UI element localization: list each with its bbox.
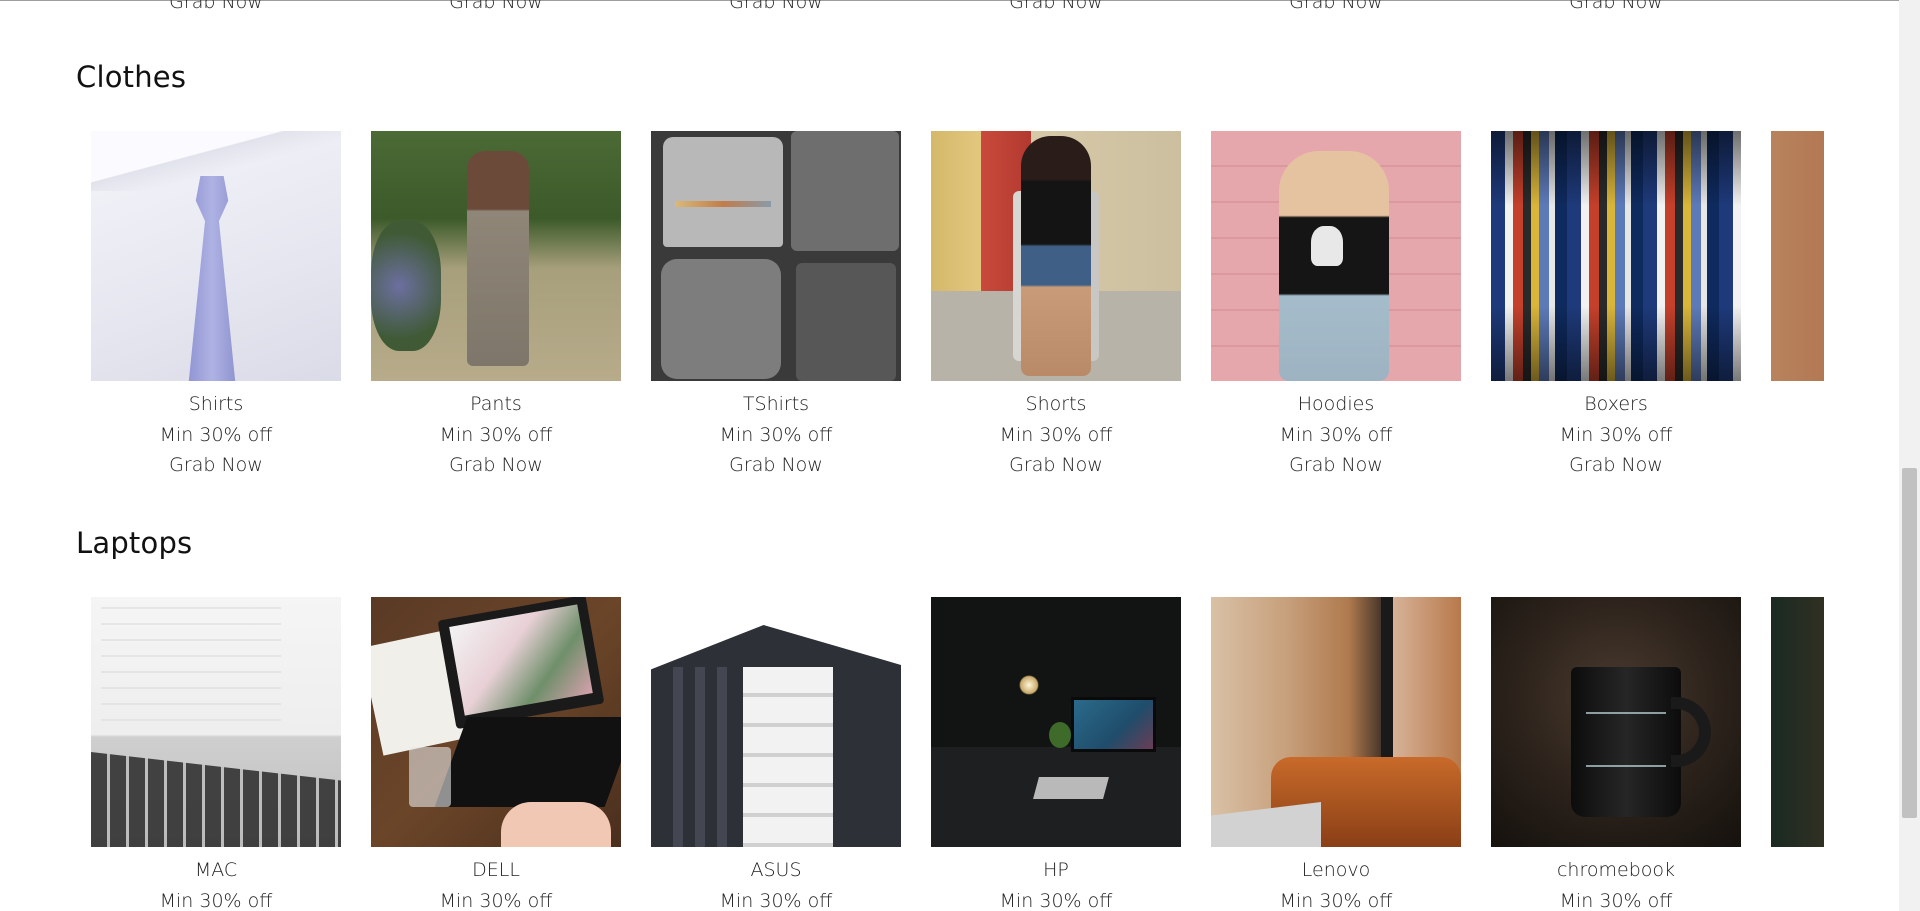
page-scrollbar[interactable] bbox=[1899, 0, 1920, 911]
product-image-tshirts[interactable] bbox=[651, 131, 901, 381]
grab-now-link[interactable]: Grab Now bbox=[931, 0, 1181, 13]
product-card-hoodies[interactable]: Hoodies Min 30% off Grab Now bbox=[1211, 131, 1461, 481]
product-image-pants[interactable] bbox=[371, 131, 621, 381]
product-name: chromebook bbox=[1556, 859, 1676, 881]
product-image-partial[interactable] bbox=[1771, 131, 1824, 381]
product-offer: Min 30% off bbox=[159, 423, 273, 446]
product-card-shorts[interactable]: Shorts Min 30% off Grab Now bbox=[931, 131, 1181, 481]
grab-now-link[interactable]: Grab Now bbox=[1211, 450, 1461, 481]
grab-now-link[interactable]: Grab Now bbox=[651, 450, 901, 481]
product-offer: Min 30% off bbox=[999, 889, 1113, 911]
grab-now-link[interactable]: Grab Now bbox=[371, 0, 621, 13]
product-name: Shorts bbox=[1025, 393, 1087, 415]
product-offer: Min 30% off bbox=[719, 423, 833, 446]
product-card-partial[interactable] bbox=[1771, 131, 1824, 381]
section-title-laptops: Laptops bbox=[76, 526, 193, 560]
product-card-tshirts[interactable]: TShirts Min 30% off Grab Now bbox=[651, 131, 901, 481]
product-image-boxers[interactable] bbox=[1491, 131, 1741, 381]
product-card-shirts[interactable]: Shirts Min 30% off Grab Now bbox=[91, 131, 341, 481]
product-image-lenovo[interactable] bbox=[1211, 597, 1461, 847]
product-name: Boxers bbox=[1584, 393, 1648, 415]
grab-now-link[interactable]: Grab Now bbox=[651, 0, 901, 13]
product-offer: Min 30% off bbox=[1559, 423, 1673, 446]
grab-now-link[interactable]: Grab Now bbox=[91, 450, 341, 481]
product-name: Hoodies bbox=[1297, 393, 1375, 415]
product-image-asus[interactable] bbox=[651, 597, 901, 847]
product-offer: Min 30% off bbox=[999, 423, 1113, 446]
product-card-pants[interactable]: Pants Min 30% off Grab Now bbox=[371, 131, 621, 481]
product-offer: Min 30% off bbox=[159, 889, 273, 911]
product-image-hoodies[interactable] bbox=[1211, 131, 1461, 381]
product-image-dell[interactable] bbox=[371, 597, 621, 847]
product-card-dell[interactable]: DELL Min 30% off bbox=[371, 597, 621, 911]
product-offer: Min 30% off bbox=[439, 889, 553, 911]
product-image-shirts[interactable] bbox=[91, 131, 341, 381]
grab-now-link[interactable]: Grab Now bbox=[931, 450, 1181, 481]
product-carousel-clothes[interactable]: Shirts Min 30% off Grab Now Pants Min 30… bbox=[91, 131, 1824, 511]
product-name: HP bbox=[1043, 859, 1069, 881]
grab-now-link[interactable]: Grab Now bbox=[1491, 0, 1741, 13]
section-title-clothes: Clothes bbox=[76, 60, 187, 94]
product-card-hp[interactable]: HP Min 30% off bbox=[931, 597, 1181, 911]
product-name: TShirts bbox=[742, 393, 810, 415]
product-name: Shirts bbox=[188, 393, 244, 415]
product-name: MAC bbox=[194, 859, 238, 881]
product-offer: Min 30% off bbox=[1279, 889, 1393, 911]
product-offer: Min 30% off bbox=[1559, 889, 1673, 911]
grab-now-link[interactable]: Grab Now bbox=[91, 0, 341, 13]
grab-now-link[interactable]: Grab Now bbox=[371, 450, 621, 481]
product-carousel-laptops[interactable]: MAC Min 30% off DELL Min 30% off ASUS Mi… bbox=[91, 597, 1824, 911]
product-image-partial[interactable] bbox=[1771, 597, 1824, 847]
grab-now-link[interactable]: Grab Now bbox=[1211, 0, 1461, 13]
scrollbar-thumb[interactable] bbox=[1902, 468, 1917, 818]
product-name: ASUS bbox=[750, 859, 802, 881]
product-name: DELL bbox=[472, 859, 520, 881]
product-card-chromebook[interactable]: chromebook Min 30% off bbox=[1491, 597, 1741, 911]
product-image-chromebook[interactable] bbox=[1491, 597, 1741, 847]
product-card-lenovo[interactable]: Lenovo Min 30% off bbox=[1211, 597, 1461, 911]
product-image-mac[interactable] bbox=[91, 597, 341, 847]
grab-now-link[interactable]: Grab Now bbox=[1491, 450, 1741, 481]
product-card-boxers[interactable]: Boxers Min 30% off Grab Now bbox=[1491, 131, 1741, 481]
product-card-mac[interactable]: MAC Min 30% off bbox=[91, 597, 341, 911]
product-card-asus[interactable]: ASUS Min 30% off bbox=[651, 597, 901, 911]
product-image-shorts[interactable] bbox=[931, 131, 1181, 381]
product-image-hp[interactable] bbox=[931, 597, 1181, 847]
product-offer: Min 30% off bbox=[1279, 423, 1393, 446]
product-name: Lenovo bbox=[1301, 859, 1371, 881]
product-name: Pants bbox=[470, 393, 522, 415]
product-card-partial[interactable] bbox=[1771, 597, 1824, 847]
product-offer: Min 30% off bbox=[439, 423, 553, 446]
previous-section-row: Grab Now Grab Now Grab Now Grab Now Grab… bbox=[0, 0, 1899, 13]
product-offer: Min 30% off bbox=[719, 889, 833, 911]
